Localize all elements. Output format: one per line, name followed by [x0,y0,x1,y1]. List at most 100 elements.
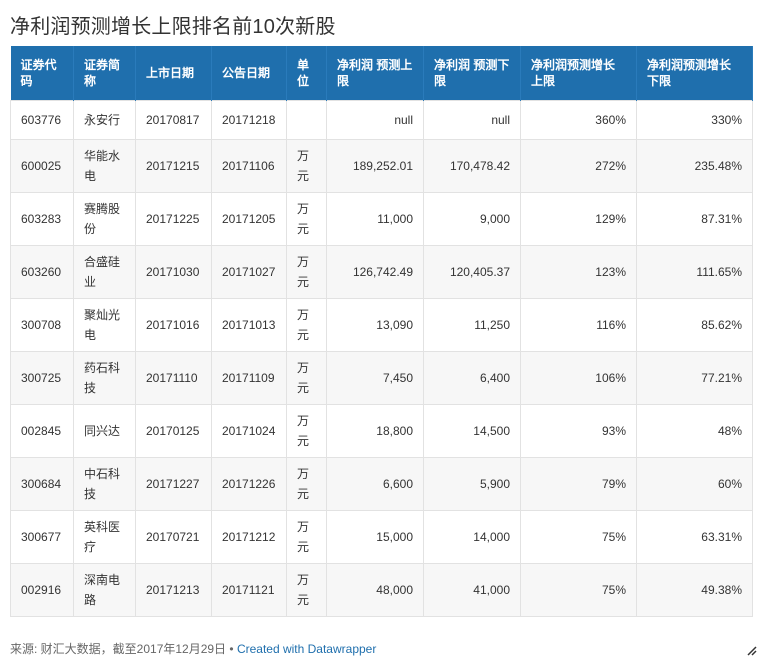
table-cell: 5,900 [423,457,521,511]
table-cell: 87.31% [636,192,753,246]
table-cell: 聚灿光电 [73,298,136,352]
table-cell: 002916 [10,563,74,617]
column-header: 净利润 预测下限 [423,46,521,101]
table-cell: 600025 [10,139,74,193]
table-cell: 20171121 [211,563,287,617]
table-title: 净利润预测增长上限排名前10次新股 [10,16,336,38]
table-cell: 英科医疗 [73,510,136,564]
table-cell: 116% [520,298,637,352]
table-cell: 272% [520,139,637,193]
column-header: 净利润预测增长上限 [520,46,637,101]
table-cell: 20170125 [135,404,212,458]
table-row: 300677 英科医疗 20170721 20171212 万元 15,000 14,000… [10,510,753,564]
table-cell: 93% [520,404,637,458]
table-cell: 万元 [286,245,327,299]
table-cell: 20171212 [211,510,287,564]
table-cell: 18,800 [326,404,424,458]
table-cell: 14,500 [423,404,521,458]
table-cell: 20171227 [135,457,212,511]
table-cell: 11,250 [423,298,521,352]
table-cell: 603283 [10,192,74,246]
table-cell: 002845 [10,404,74,458]
table-cell: 20171205 [211,192,287,246]
table-row: 002845 同兴达 20170125 20171024 万元 18,800 14,500 9… [10,404,753,458]
table-cell: 永安行 [73,100,136,140]
data-table-container: 证券代码 证券简称 上市日期 公告日期 单位 净利润 预测上限 净利润 预测下限 净利润预测增… [10,46,753,617]
table-row: 002916 深南电路 20171213 20171121 万元 48,000 41,000… [10,563,753,617]
table-cell: 603260 [10,245,74,299]
table-cell: 48,000 [326,563,424,617]
table-cell: 20171213 [135,563,212,617]
table-cell: 48% [636,404,753,458]
table-cell: 20171226 [211,457,287,511]
table-cell: 170,478.42 [423,139,521,193]
table-cell: 129% [520,192,637,246]
table-cell: 同兴达 [73,404,136,458]
datawrapper-credit-link[interactable]: Created with Datawrapper [237,642,376,656]
table-cell: 126,742.49 [326,245,424,299]
table-row: 300684 中石科技 20171227 20171226 万元 6,600 5,900 79… [10,457,753,511]
table-cell: 15,000 [326,510,424,564]
footer-separator: • [226,642,237,656]
table-cell: 7,450 [326,351,424,405]
table-cell: 14,000 [423,510,521,564]
column-header: 净利润 预测上限 [326,46,424,101]
table-cell: 万元 [286,457,327,511]
table-cell: 20170817 [135,100,212,140]
column-header: 证券代码 [10,46,74,101]
table-cell: 13,090 [326,298,424,352]
table-cell: 20171218 [211,100,287,140]
table-row: 300725 药石科技 20171110 20171109 万元 7,450 6,400 10… [10,351,753,405]
table-cell: 300725 [10,351,74,405]
table-cell: 300708 [10,298,74,352]
table-row: 600025 华能水电 20171215 20171106 万元 189,252.01 17… [10,139,753,193]
table-cell: 106% [520,351,637,405]
table-cell: 20171027 [211,245,287,299]
table-cell: 20171016 [135,298,212,352]
table-cell: 11,000 [326,192,424,246]
data-table: 证券代码 证券简称 上市日期 公告日期 单位 净利润 预测上限 净利润 预测下限 净利润预测增… [10,46,753,617]
column-header: 净利润预测增长下限 [636,46,753,101]
source-note: 来源: 财汇大数据，截至2017年12月29日 [10,642,227,656]
table-cell: 20171215 [135,139,212,193]
table-cell: 189,252.01 [326,139,424,193]
table-cell: 120,405.37 [423,245,521,299]
table-cell: 赛腾股份 [73,192,136,246]
table-cell: 万元 [286,563,327,617]
table-cell: 360% [520,100,637,140]
table-cell: 6,600 [326,457,424,511]
table-cell: 万元 [286,351,327,405]
table-cell: 20171225 [135,192,212,246]
table-cell: 万元 [286,510,327,564]
table-cell: 20171013 [211,298,287,352]
table-cell: 79% [520,457,637,511]
table-cell: 9,000 [423,192,521,246]
table-cell: 20171024 [211,404,287,458]
table-row: 300708 聚灿光电 20171016 20171013 万元 13,090 11,250… [10,298,753,352]
table-cell: 300677 [10,510,74,564]
table-cell: 万元 [286,192,327,246]
table-cell: 20171106 [211,139,287,193]
table-cell: 20171110 [135,351,212,405]
table-cell: 63.31% [636,510,753,564]
table-cell: 300684 [10,457,74,511]
table-cell: 万元 [286,298,327,352]
table-cell: null [423,100,521,140]
table-body: 603776 永安行 20170817 20171218 null null 360% 330… [10,100,753,617]
table-cell: 深南电路 [73,563,136,617]
table-cell: 77.21% [636,351,753,405]
table-cell: 华能水电 [73,139,136,193]
column-header: 证券简称 [73,46,136,101]
table-cell: 235.48% [636,139,753,193]
table-cell: 万元 [286,139,327,193]
table-row: 603283 赛腾股份 20171225 20171205 万元 11,000 9,000 1… [10,192,753,246]
table-cell: 中石科技 [73,457,136,511]
table-cell: 75% [520,510,637,564]
table-cell: 330% [636,100,753,140]
table-cell: 111.65% [636,245,753,299]
table-cell: 603776 [10,100,74,140]
resize-icon[interactable] [747,646,757,656]
table-cell: 20171030 [135,245,212,299]
table-cell: 123% [520,245,637,299]
footer: 来源: 财汇大数据，截至2017年12月29日 • Created with D… [10,640,376,657]
